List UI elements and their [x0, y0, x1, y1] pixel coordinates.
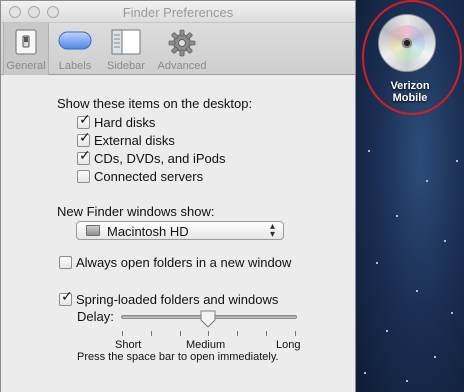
- star: [368, 150, 370, 152]
- sidebar-window-icon: [111, 29, 141, 60]
- delay-label: Delay:: [77, 309, 114, 324]
- external-disks-label: External disks: [94, 133, 175, 148]
- star: [376, 262, 378, 264]
- connected-servers-checkbox[interactable]: [77, 170, 90, 183]
- hard-disks-label: Hard disks: [94, 115, 156, 130]
- tab-general-label: General: [6, 60, 46, 72]
- gear-icon: [168, 29, 196, 62]
- tab-advanced-label: Advanced: [157, 60, 207, 72]
- preferences-toolbar: General Labels Sidebar Advanced: [1, 23, 355, 75]
- star: [396, 215, 398, 217]
- label-capsule-icon: [58, 29, 92, 56]
- always-open-new-window-label: Always open folders in a new window: [76, 255, 292, 270]
- window-title: Finder Preferences: [122, 5, 234, 20]
- new-finder-window-popup[interactable]: Macintosh HD ▴ ▾: [76, 221, 284, 240]
- external-disks-checkbox[interactable]: ✓: [77, 130, 91, 147]
- slider-tick: [266, 331, 267, 336]
- cds-dvds-ipods-label: CDs, DVDs, and iPods: [94, 151, 226, 166]
- spring-loaded-hint: Press the space bar to open immediately.: [77, 351, 279, 363]
- slider-tick: [122, 331, 123, 336]
- slider-tick: [295, 331, 296, 336]
- cds-dvds-ipods-checkbox[interactable]: ✓: [77, 148, 91, 165]
- delay-slider-thumb[interactable]: [200, 310, 216, 328]
- new-finder-window-value: Macintosh HD: [107, 224, 189, 239]
- slider-tick: [208, 331, 209, 336]
- star: [434, 356, 436, 358]
- tab-labels[interactable]: Labels: [51, 23, 99, 75]
- checkmark-icon: ✓: [79, 148, 91, 164]
- spring-loaded-checkbox[interactable]: ✓: [59, 289, 73, 306]
- star: [406, 380, 408, 382]
- star: [451, 312, 453, 314]
- star: [456, 160, 458, 162]
- checkmark-icon: ✓: [79, 112, 91, 128]
- star: [426, 180, 428, 182]
- slider-tick: [151, 331, 152, 336]
- slider-tick: [180, 331, 181, 336]
- delay-medium-label: Medium: [186, 339, 226, 351]
- delay-short-label: Short: [115, 339, 142, 351]
- desktop: Verizon Mobile: [356, 0, 464, 392]
- title-bar[interactable]: Finder Preferences: [1, 1, 355, 23]
- spring-loaded-label: Spring-loaded folders and windows: [76, 292, 279, 307]
- always-open-new-window-checkbox[interactable]: [59, 256, 72, 269]
- delay-long-label: Long: [276, 339, 301, 351]
- highlight-circle: [362, 0, 462, 115]
- star: [444, 240, 446, 242]
- star: [364, 372, 366, 374]
- tab-general[interactable]: General: [3, 23, 49, 75]
- general-switch-icon: [15, 29, 37, 60]
- slider-tick: [237, 331, 238, 336]
- finder-preferences-window: Finder Preferences General Labels Sideba…: [0, 0, 356, 392]
- desktop-items-heading: Show these items on the desktop:: [57, 96, 253, 111]
- star: [416, 290, 418, 292]
- connected-servers-label: Connected servers: [94, 169, 204, 184]
- hard-drive-icon: [86, 225, 100, 236]
- popup-arrows-icon: ▴ ▾: [269, 221, 275, 240]
- tab-advanced[interactable]: Advanced: [153, 23, 211, 75]
- tab-sidebar-label: Sidebar: [107, 60, 145, 72]
- checkmark-icon: ✓: [61, 289, 73, 305]
- new-finder-windows-heading: New Finder windows show:: [57, 204, 215, 219]
- general-pane: Show these items on the desktop: ✓ Hard …: [1, 76, 355, 392]
- tab-labels-label: Labels: [58, 60, 92, 72]
- hard-disks-checkbox[interactable]: ✓: [77, 112, 91, 129]
- checkmark-icon: ✓: [79, 130, 91, 146]
- tab-sidebar[interactable]: Sidebar: [101, 23, 151, 75]
- star: [386, 330, 388, 332]
